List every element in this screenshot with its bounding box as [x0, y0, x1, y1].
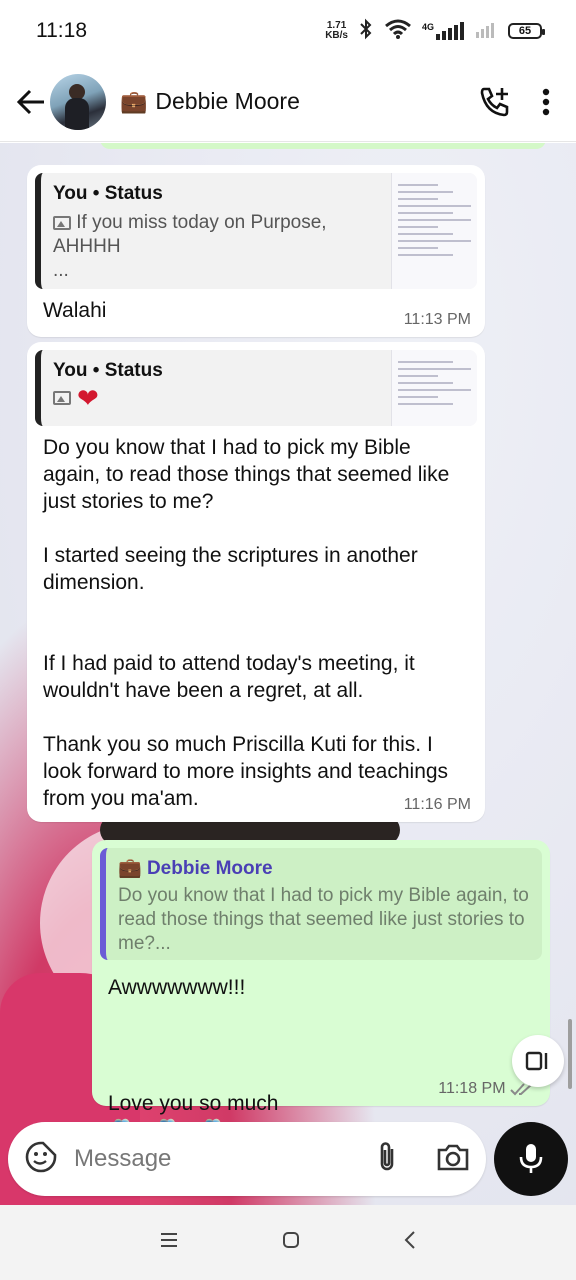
outgoing-message[interactable]: 💼 Debbie Moore Do you know that I had to…	[92, 840, 550, 1143]
status-bar: 11:18 1.71 KB/s 4G 65	[0, 0, 576, 62]
mic-button[interactable]	[494, 1122, 568, 1196]
camera-icon[interactable]	[436, 1142, 470, 1177]
attach-icon[interactable]	[376, 1140, 398, 1179]
network-speed: 1.71 KB/s	[325, 20, 348, 41]
bluetooth-icon	[358, 18, 374, 45]
quoted-status[interactable]: You • Status If you miss today on Purpos…	[35, 173, 477, 289]
message-text-line1: Awwwwwww!!!	[108, 976, 246, 999]
status-time: 11:18	[36, 19, 87, 42]
avatar[interactable]	[50, 73, 106, 130]
chat-header: 💼 Debbie Moore	[0, 62, 576, 142]
header-actions	[478, 85, 550, 119]
more-vert-icon[interactable]	[542, 88, 550, 116]
chat-area[interactable]: You • Status If you miss today on Purpos…	[0, 143, 576, 1205]
home-icon[interactable]	[282, 1231, 300, 1254]
message-text: Do you know that I had to pick my Bible …	[43, 436, 450, 810]
menu-icon[interactable]	[160, 1232, 178, 1253]
quoted-status[interactable]: You • Status ❤	[35, 350, 477, 426]
wifi-icon	[384, 19, 412, 44]
status-thumbnail	[391, 350, 477, 426]
mic-icon	[519, 1144, 543, 1173]
briefcase-icon: 💼	[118, 858, 142, 879]
quote-title: You • Status	[53, 183, 163, 204]
heart-emoji: ❤	[77, 383, 99, 413]
battery-icon: 65	[508, 23, 545, 39]
quote-text: ❤	[53, 383, 381, 413]
message-input[interactable]	[74, 1145, 334, 1173]
incoming-message[interactable]: You • Status If you miss today on Purpos…	[27, 165, 485, 337]
quote-title: You • Status	[53, 360, 163, 381]
switch-icon[interactable]	[512, 1035, 564, 1087]
image-icon	[53, 215, 71, 230]
contact-name[interactable]: Debbie Moore	[155, 88, 299, 115]
signal-sim2-icon	[476, 20, 498, 43]
message-composer	[8, 1122, 486, 1196]
composer-actions	[376, 1140, 470, 1179]
message-time: 11:16 PM	[403, 796, 471, 813]
briefcase-icon: 💼	[120, 88, 148, 114]
scrollbar[interactable]	[568, 1019, 572, 1089]
previous-message-edge	[100, 143, 546, 149]
quote-text: If you miss today on Purpose, AHHHH ...	[53, 212, 327, 281]
incoming-message[interactable]: You • Status ❤ Do you know that I had to…	[27, 342, 485, 822]
system-nav-bar	[0, 1205, 576, 1280]
message-time: 11:13 PM	[403, 311, 471, 328]
add-call-icon[interactable]	[478, 85, 512, 119]
quoted-message[interactable]: 💼 Debbie Moore Do you know that I had to…	[100, 848, 542, 960]
back-arrow-icon[interactable]	[6, 77, 56, 127]
image-icon	[53, 391, 71, 405]
status-thumbnail	[391, 173, 477, 289]
quote-title: 💼 Debbie Moore	[118, 858, 273, 879]
status-icons: 1.71 KB/s 4G 65	[325, 18, 545, 45]
quote-text: Do you know that I had to pick my Bible …	[118, 885, 529, 954]
back-nav-icon[interactable]	[404, 1231, 416, 1254]
signal-4g-icon: 4G	[422, 22, 466, 40]
sticker-icon[interactable]	[24, 1140, 58, 1179]
message-time: 11:18 PM	[438, 1080, 534, 1098]
